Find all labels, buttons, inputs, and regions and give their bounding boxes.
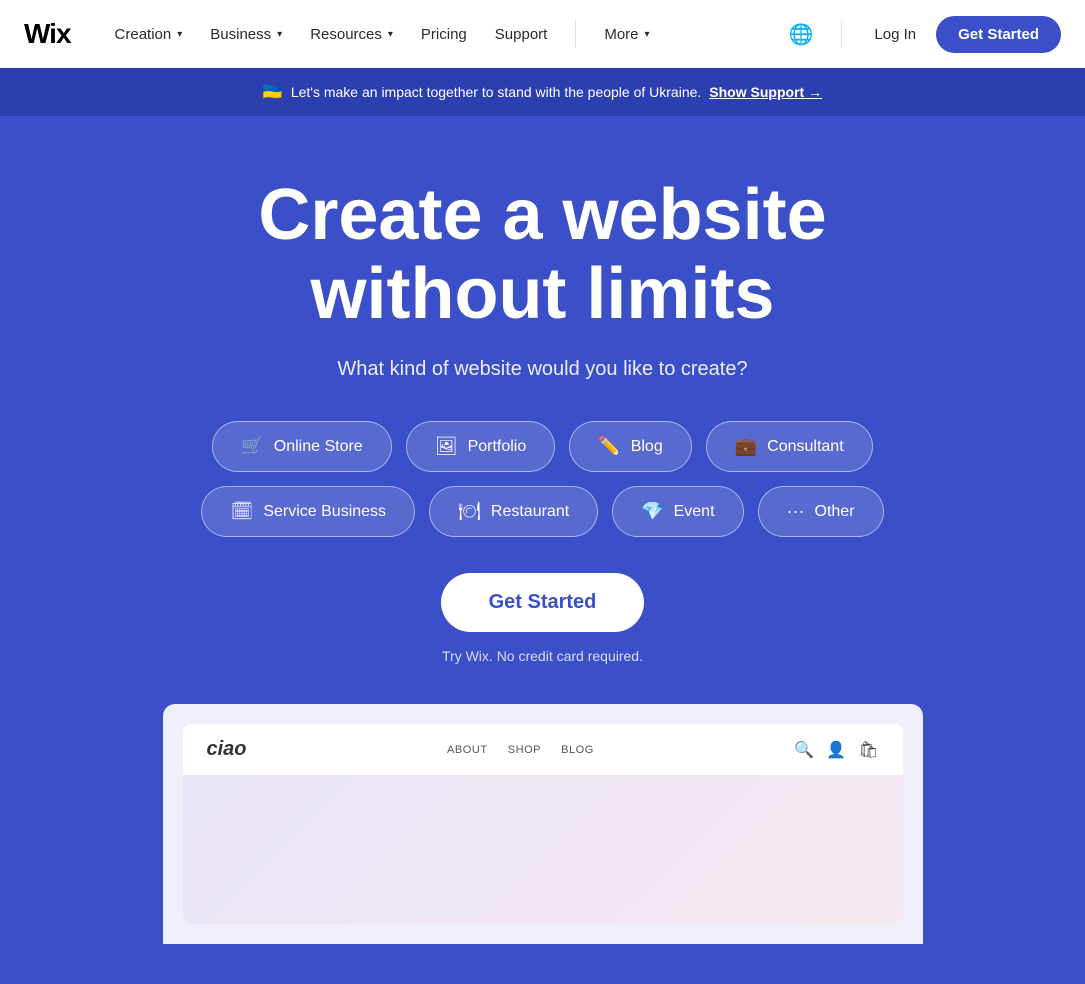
website-type-row-1: 🛒 Online Store 🖼 Portfolio ✏️ Blog 💼 Con… xyxy=(212,421,872,472)
nav-item-more[interactable]: More ▾ xyxy=(592,18,661,51)
banner-text: Let's make an impact together to stand w… xyxy=(291,84,701,100)
website-type-grid: 🛒 Online Store 🖼 Portfolio ✏️ Blog 💼 Con… xyxy=(201,421,883,537)
type-btn-restaurant[interactable]: 🍽 Restaurant xyxy=(429,486,598,537)
hero-title: Create a website without limits xyxy=(258,176,826,334)
type-btn-service-business[interactable]: 🗓 Service Business xyxy=(201,486,415,537)
type-btn-online-store[interactable]: 🛒 Online Store xyxy=(212,421,391,472)
type-btn-blog[interactable]: ✏️ Blog xyxy=(569,421,691,472)
chevron-down-icon: ▾ xyxy=(277,29,282,40)
preview-nav-icons: 🔍 👤 🛍 xyxy=(794,740,878,760)
nav-item-support[interactable]: Support xyxy=(483,18,560,51)
consultant-icon: 💼 xyxy=(735,436,757,457)
wix-logo[interactable]: Wix xyxy=(24,18,71,50)
preview-user-icon: 👤 xyxy=(826,740,846,760)
type-btn-portfolio[interactable]: 🖼 Portfolio xyxy=(406,421,556,472)
globe-icon[interactable]: 🌐 xyxy=(789,22,814,47)
store-icon: 🛒 xyxy=(241,436,263,457)
service-icon: 🗓 xyxy=(230,501,253,522)
navbar: Wix Creation ▾ Business ▾ Resources ▾ Pr… xyxy=(0,0,1085,68)
preview-cart-icon: 🛍 xyxy=(858,740,878,760)
blog-icon: ✏️ xyxy=(598,436,620,457)
nav-item-business[interactable]: Business ▾ xyxy=(198,18,294,51)
ukraine-flag: 🇺🇦 xyxy=(263,82,283,102)
nav-item-resources[interactable]: Resources ▾ xyxy=(298,18,405,51)
nav-divider-right xyxy=(841,20,842,48)
other-icon: ··· xyxy=(787,501,805,522)
get-started-cta-button[interactable]: Get Started xyxy=(441,573,645,632)
type-btn-consultant[interactable]: 💼 Consultant xyxy=(706,421,873,472)
nav-divider xyxy=(575,20,576,48)
preview-logo: ciao xyxy=(207,738,247,761)
type-btn-other[interactable]: ··· Other xyxy=(758,486,884,537)
nav-item-pricing[interactable]: Pricing xyxy=(409,18,479,51)
preview-body xyxy=(183,775,903,924)
login-button[interactable]: Log In xyxy=(870,18,920,51)
banner-link[interactable]: Show Support → xyxy=(709,84,822,100)
get-started-nav-button[interactable]: Get Started xyxy=(936,16,1061,53)
no-credit-text: Try Wix. No credit card required. xyxy=(442,648,643,664)
ukraine-banner: 🇺🇦 Let's make an impact together to stan… xyxy=(0,68,1085,116)
nav-right: 🌐 Log In Get Started xyxy=(789,16,1061,53)
portfolio-icon: 🖼 xyxy=(435,436,458,457)
preview-nav: ciao ABOUT SHOP BLOG 🔍 👤 🛍 xyxy=(183,724,903,775)
chevron-down-icon: ▾ xyxy=(645,29,650,40)
nav-item-creation[interactable]: Creation ▾ xyxy=(103,18,195,51)
type-btn-event[interactable]: 💎 Event xyxy=(612,486,743,537)
hero-section: Create a website without limits What kin… xyxy=(0,116,1085,984)
preview-nav-links: ABOUT SHOP BLOG xyxy=(447,744,594,756)
event-icon: 💎 xyxy=(641,501,663,522)
restaurant-icon: 🍽 xyxy=(458,501,481,522)
chevron-down-icon: ▾ xyxy=(177,29,182,40)
website-preview: ciao ABOUT SHOP BLOG 🔍 👤 🛍 xyxy=(163,704,923,944)
nav-links: Creation ▾ Business ▾ Resources ▾ Pricin… xyxy=(103,18,789,51)
preview-search-icon: 🔍 xyxy=(794,740,814,760)
hero-subtitle: What kind of website would you like to c… xyxy=(337,358,747,381)
chevron-down-icon: ▾ xyxy=(388,29,393,40)
preview-inner: ciao ABOUT SHOP BLOG 🔍 👤 🛍 xyxy=(183,724,903,924)
website-type-row-2: 🗓 Service Business 🍽 Restaurant 💎 Event … xyxy=(201,486,883,537)
